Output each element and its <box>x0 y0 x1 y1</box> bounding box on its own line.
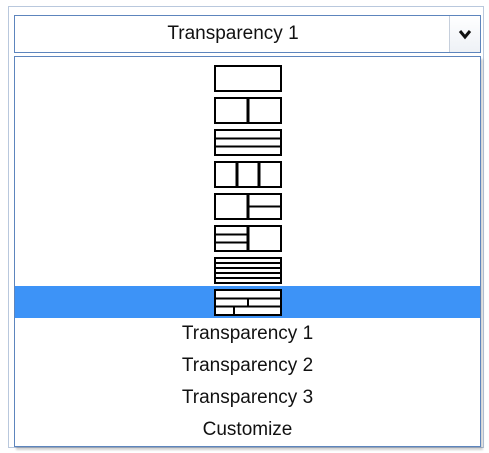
option-customize[interactable]: Customize <box>15 414 480 446</box>
option-transparency-1[interactable]: Transparency 1 <box>15 318 480 350</box>
pattern-select[interactable]: Transparency 1 <box>14 15 481 53</box>
option-pattern-left-split[interactable] <box>15 222 480 254</box>
pattern-vertical-split-icon <box>213 96 282 124</box>
pattern-plain-icon <box>213 64 282 92</box>
pattern-three-stripes-icon <box>213 128 282 156</box>
option-pattern-three-stripes[interactable] <box>15 126 480 158</box>
pattern-many-stripes-icon <box>213 256 282 284</box>
pattern-right-split-icon <box>213 192 282 220</box>
pattern-left-split-icon <box>213 224 282 252</box>
option-pattern-vertical-split[interactable] <box>15 94 480 126</box>
chevron-down-icon <box>458 30 472 40</box>
pattern-three-columns-icon <box>213 160 282 188</box>
option-pattern-plain[interactable] <box>15 62 480 94</box>
pattern-brick-icon <box>213 288 282 316</box>
option-pattern-three-columns[interactable] <box>15 158 480 190</box>
selected-value: Transparency 1 <box>167 23 299 44</box>
dropdown-arrow-button[interactable] <box>449 16 480 52</box>
option-transparency-3[interactable]: Transparency 3 <box>15 382 480 414</box>
dropdown-list[interactable]: Transparency 1 Transparency 2 Transparen… <box>14 56 481 447</box>
option-pattern-brick[interactable] <box>15 286 480 318</box>
option-pattern-right-split[interactable] <box>15 190 480 222</box>
option-pattern-many-stripes[interactable] <box>15 254 480 286</box>
option-transparency-2[interactable]: Transparency 2 <box>15 350 480 382</box>
